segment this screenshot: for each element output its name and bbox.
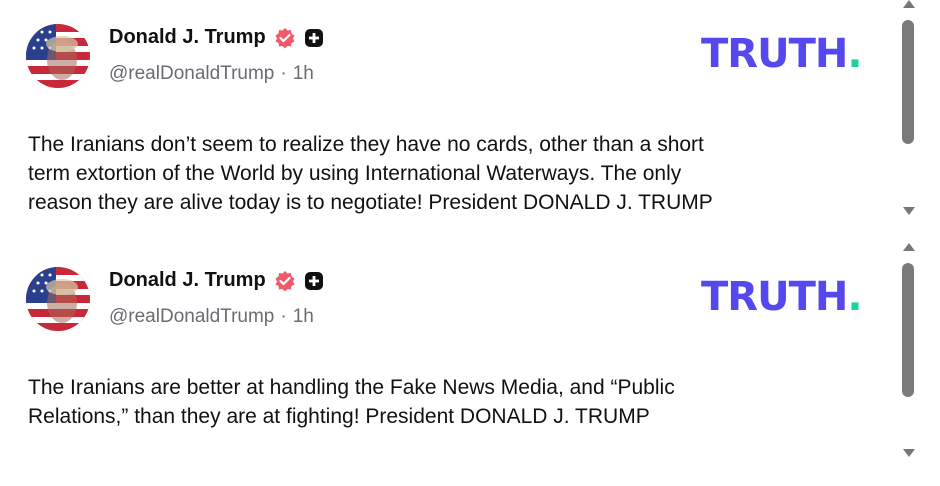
author-row: Donald J. Trump bbox=[109, 269, 324, 292]
post-meta: @realDonaldTrump · 1h bbox=[109, 63, 314, 85]
author-name[interactable]: Donald J. Trump bbox=[109, 26, 266, 49]
meta-separator: · bbox=[280, 306, 287, 327]
post-meta: @realDonaldTrump · 1h bbox=[109, 306, 314, 328]
plus-badge-icon bbox=[304, 271, 323, 290]
truth-logo[interactable]: TRUTH. bbox=[701, 274, 863, 320]
author-name[interactable]: Donald J. Trump bbox=[109, 269, 266, 292]
post-scrollbar[interactable] bbox=[898, 237, 920, 467]
author-handle[interactable]: @realDonaldTrump bbox=[109, 306, 274, 327]
author-handle[interactable]: @realDonaldTrump bbox=[109, 63, 274, 84]
avatar[interactable] bbox=[26, 267, 90, 331]
truth-logo-text: TRUTH bbox=[701, 274, 848, 320]
scroll-up-arrow-icon[interactable] bbox=[903, 243, 915, 251]
truth-logo-dot: . bbox=[847, 274, 862, 320]
post-card: Donald J. Trump @realDonaldTrump · 1h TRUT… bbox=[0, 0, 940, 243]
scroll-up-arrow-icon[interactable] bbox=[903, 0, 915, 8]
verified-badge-icon bbox=[275, 27, 295, 48]
truth-logo-text: TRUTH bbox=[701, 31, 848, 77]
truth-logo[interactable]: TRUTH. bbox=[701, 31, 863, 77]
truth-logo-dot: . bbox=[847, 31, 862, 77]
post-text: The Iranians don’t seem to realize they … bbox=[28, 133, 713, 214]
scrollbar-thumb[interactable] bbox=[902, 20, 914, 144]
plus-badge-icon bbox=[304, 28, 323, 47]
post-timestamp[interactable]: 1h bbox=[293, 63, 314, 84]
author-row: Donald J. Trump bbox=[109, 26, 324, 49]
meta-separator: · bbox=[280, 63, 287, 84]
avatar-image bbox=[26, 267, 90, 331]
post-card: Donald J. Trump @realDonaldTrump · 1h TRUT… bbox=[0, 243, 940, 486]
avatar[interactable] bbox=[26, 24, 90, 88]
avatar-image bbox=[26, 24, 90, 88]
scrollbar-thumb[interactable] bbox=[902, 263, 914, 397]
post-timestamp[interactable]: 1h bbox=[293, 306, 314, 327]
verified-badge-icon bbox=[275, 270, 295, 291]
post-text: The Iranians are better at handling the … bbox=[28, 376, 675, 428]
post-scrollbar[interactable] bbox=[898, 0, 920, 222]
scroll-down-arrow-icon[interactable] bbox=[903, 449, 915, 457]
scroll-down-arrow-icon[interactable] bbox=[903, 207, 915, 215]
